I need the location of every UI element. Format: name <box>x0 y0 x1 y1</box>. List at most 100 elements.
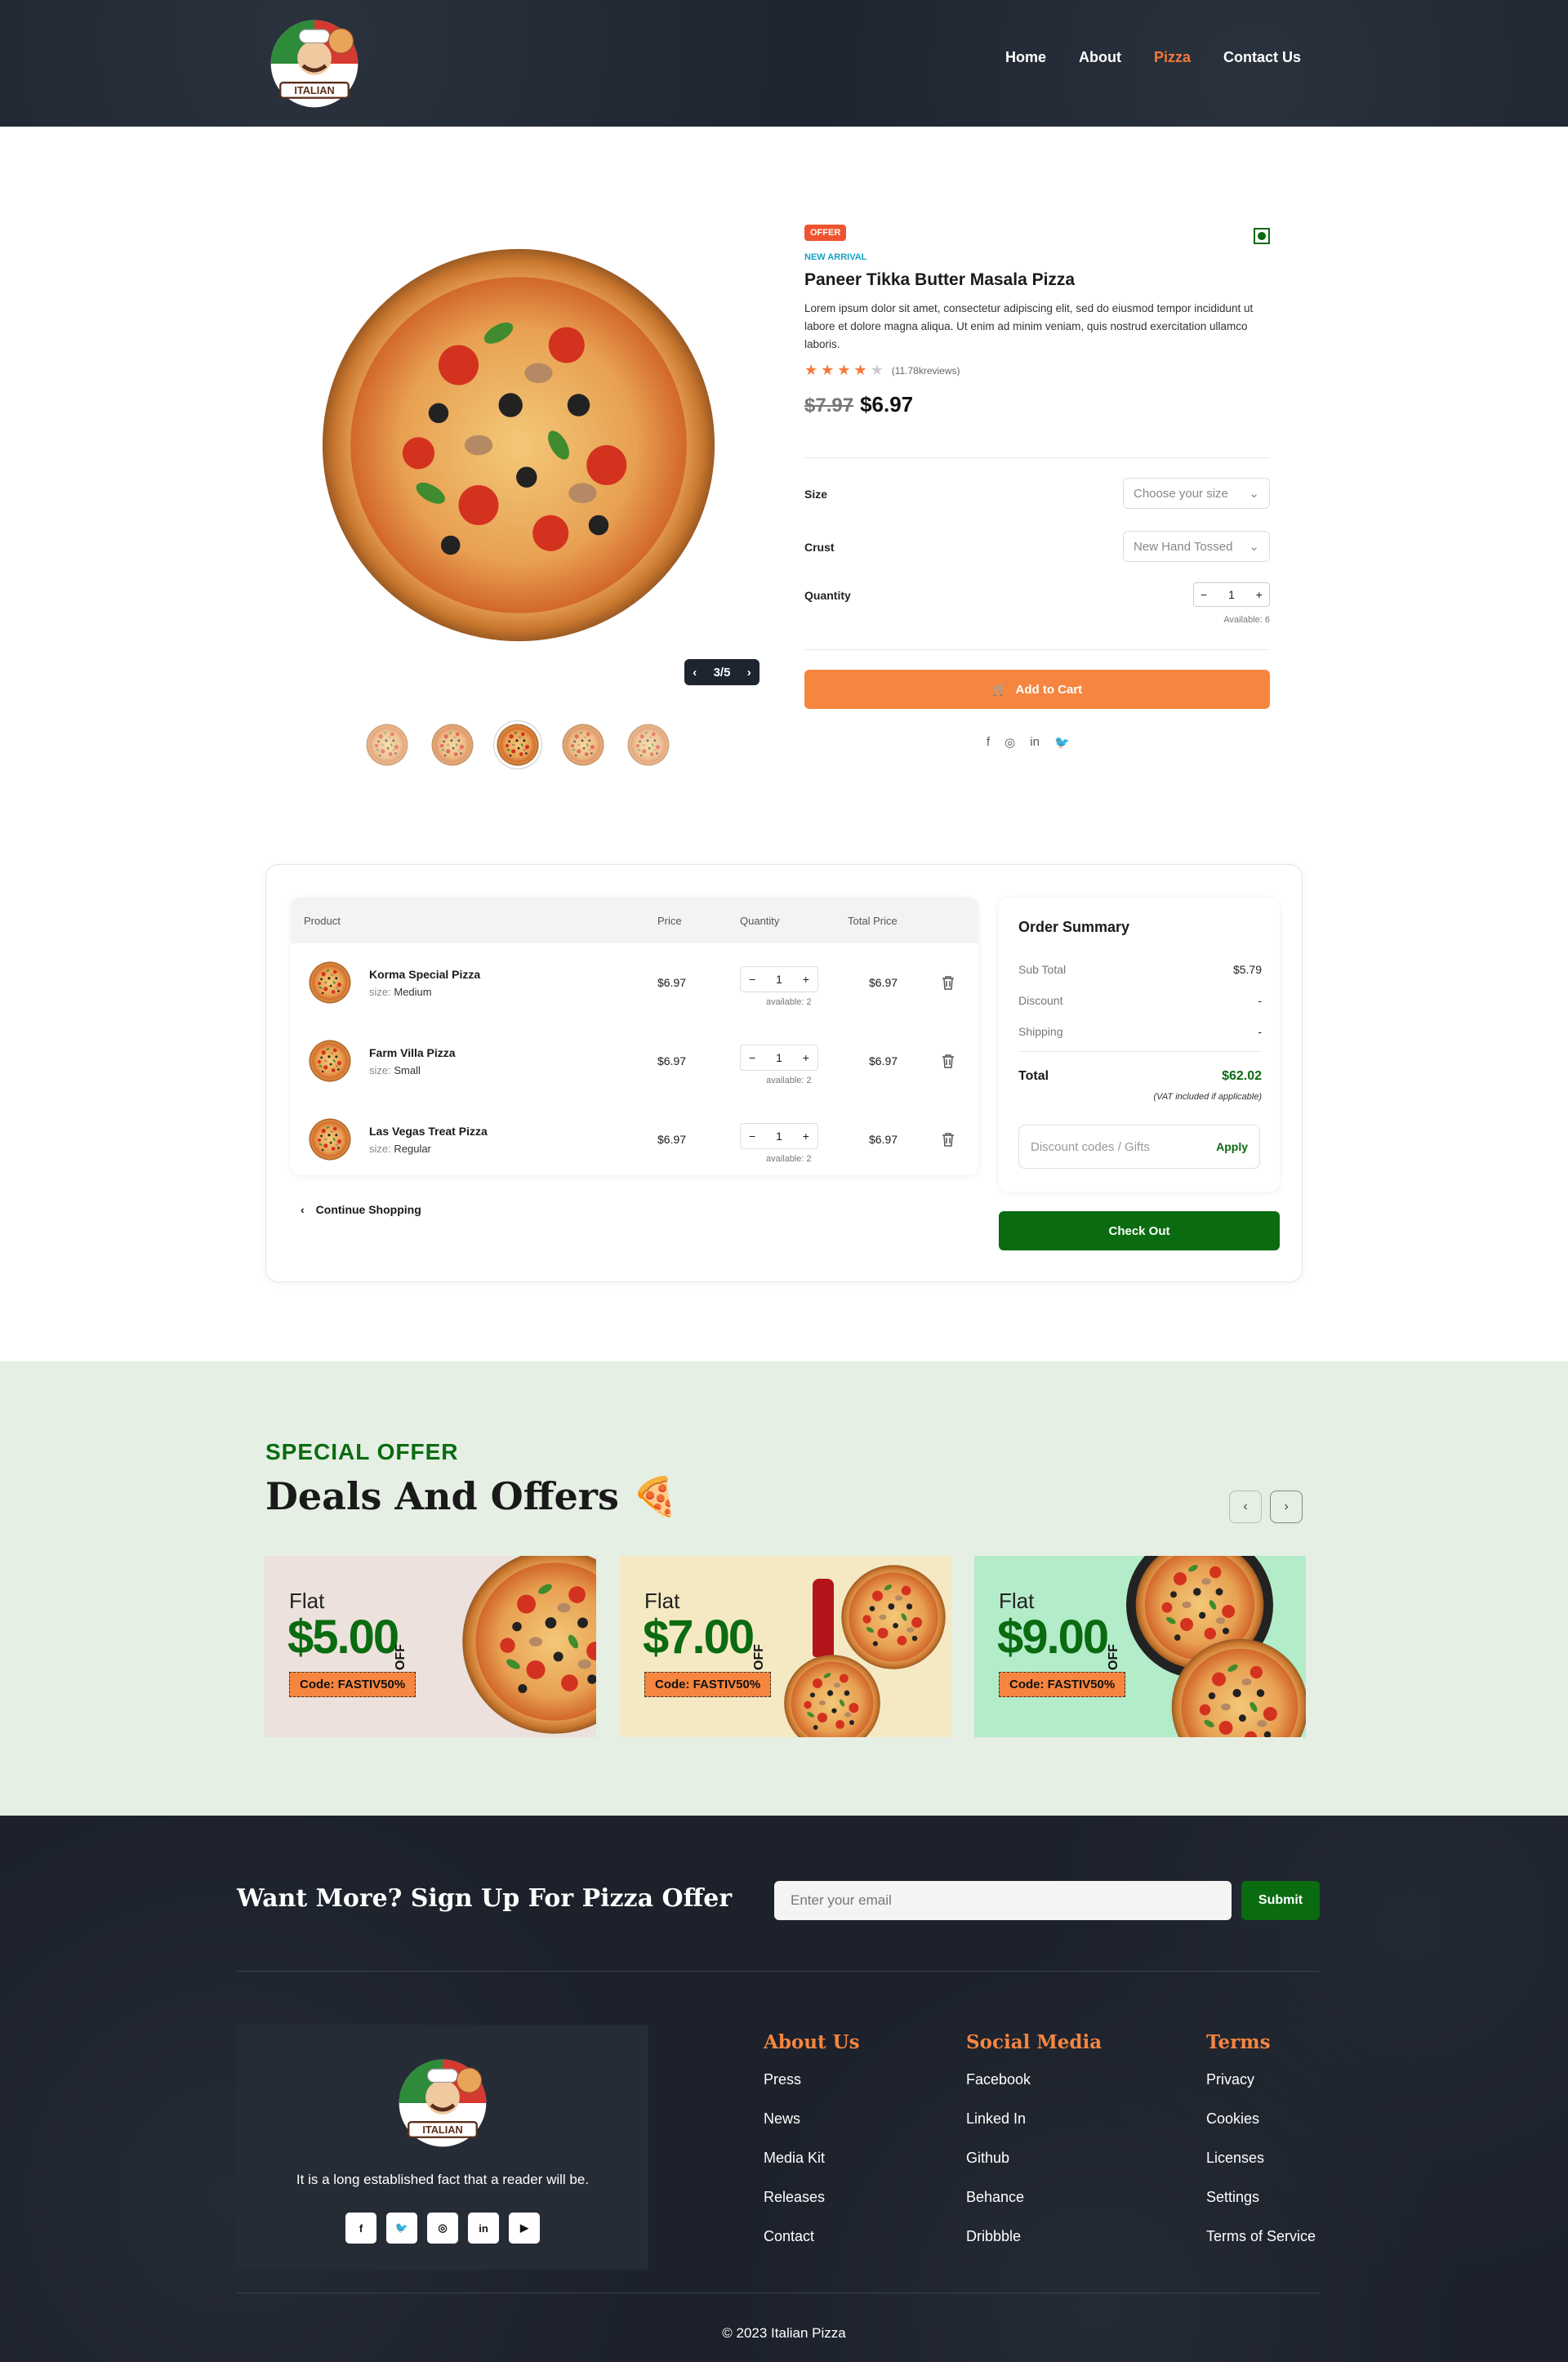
deals-title: Deals And Offers 🍕 <box>265 1474 679 1518</box>
deal-card[interactable]: Flat $7.00 OFF Code: FASTIV50% <box>620 1556 951 1737</box>
quantity-value: 1 <box>776 973 782 986</box>
column-quantity: Quantity <box>740 914 780 927</box>
price-row: $7.97 $6.97 <box>804 392 1270 417</box>
footer-link[interactable]: Contact <box>764 2228 860 2246</box>
footer-link[interactable]: Linked In <box>966 2110 1102 2128</box>
apply-button[interactable]: Apply <box>1216 1140 1248 1153</box>
footer-column-terms: Terms Privacy Cookies Licenses Settings … <box>1206 2031 1316 2267</box>
facebook-icon[interactable]: f <box>345 2213 376 2244</box>
chevron-left-icon: ‹ <box>301 1203 305 1216</box>
nav-pizza[interactable]: Pizza <box>1154 49 1191 66</box>
plus-icon[interactable]: + <box>803 1051 809 1064</box>
footer-link[interactable]: News <box>764 2110 860 2128</box>
plus-icon[interactable]: + <box>803 973 809 986</box>
submit-button[interactable]: Submit <box>1241 1881 1320 1920</box>
deals-next-button[interactable]: › <box>1270 1491 1303 1523</box>
size-select-value: Choose your size <box>1134 486 1228 501</box>
column-product: Product <box>304 914 341 927</box>
minus-icon[interactable]: − <box>1200 588 1207 601</box>
trash-icon[interactable] <box>941 974 956 991</box>
size-select[interactable]: Choose your size ⌄ <box>1123 478 1270 509</box>
footer-link[interactable]: Cookies <box>1206 2110 1316 2128</box>
footer-column-title: About Us <box>764 2031 860 2053</box>
twitter-icon[interactable]: 🐦 <box>386 2213 417 2244</box>
product-rating: ★ ★ ★ ★ ★ (11.78kreviews) <box>804 362 1270 379</box>
footer-link[interactable]: Dribbble <box>966 2228 1102 2246</box>
crust-select[interactable]: New Hand Tossed ⌄ <box>1123 531 1270 562</box>
deal-card[interactable]: Flat $5.00 OFF Code: FASTIV50% <box>265 1556 596 1737</box>
nav-about[interactable]: About <box>1079 49 1121 66</box>
deal-card[interactable]: Flat $9.00 OFF Code: FASTIV50% <box>974 1556 1306 1737</box>
minus-icon[interactable]: − <box>749 973 755 986</box>
slider-prev-icon[interactable]: ‹ <box>693 666 697 680</box>
quantity-value: 1 <box>1228 588 1235 601</box>
star-icon: ★ <box>804 362 818 378</box>
italian-pizza-logo[interactable] <box>392 2056 493 2150</box>
minus-icon[interactable]: − <box>749 1130 755 1143</box>
plus-icon[interactable]: + <box>803 1130 809 1143</box>
continue-shopping-link[interactable]: ‹ Continue Shopping <box>301 1203 421 1216</box>
quantity-stepper[interactable]: − 1 + <box>740 1123 818 1149</box>
subtotal-row: Sub Total $5.79 <box>1018 963 1262 976</box>
cart-item-total: $6.97 <box>869 976 898 989</box>
instagram-icon[interactable]: ◎ <box>1004 735 1015 750</box>
thumbnail-1[interactable] <box>366 724 408 766</box>
footer-link[interactable]: Press <box>764 2071 860 2089</box>
thumbnail-3[interactable] <box>497 724 539 766</box>
cart-item-available: available: 2 <box>766 997 812 1007</box>
quantity-stepper[interactable]: − 1 + <box>1193 582 1270 607</box>
quantity-value: 1 <box>776 1130 782 1143</box>
size-label: Size <box>804 488 828 501</box>
divider <box>1018 1051 1262 1052</box>
site-footer: Want More? Sign Up For Pizza Offer Enter… <box>0 1816 1568 2362</box>
email-input[interactable]: Enter your email <box>774 1881 1232 1920</box>
italian-pizza-logo[interactable] <box>263 16 366 111</box>
footer-link[interactable]: Media Kit <box>764 2150 860 2168</box>
twitter-icon[interactable]: 🐦 <box>1054 735 1070 750</box>
instagram-icon[interactable]: ◎ <box>427 2213 458 2244</box>
plus-icon[interactable]: + <box>1256 588 1263 601</box>
quantity-label: Quantity <box>804 589 851 602</box>
checkout-button[interactable]: Check Out <box>999 1211 1280 1250</box>
deals-section: SPECIAL OFFER Deals And Offers 🍕 ‹ › Fla… <box>0 1361 1568 1816</box>
thumbnail-2[interactable] <box>431 724 474 766</box>
quantity-stepper[interactable]: − 1 + <box>740 966 818 992</box>
quantity-stepper[interactable]: − 1 + <box>740 1045 818 1071</box>
footer-brand-box: It is a long established fact that a rea… <box>237 2025 648 2270</box>
footer-link[interactable]: Settings <box>1206 2189 1316 2207</box>
main-nav: Home About Pizza Contact Us <box>1005 49 1301 66</box>
linkedin-icon[interactable]: in <box>468 2213 499 2244</box>
cart-item-available: available: 2 <box>766 1154 812 1164</box>
facebook-icon[interactable]: f <box>987 735 990 750</box>
footer-link[interactable]: Licenses <box>1206 2150 1316 2168</box>
offer-badge: OFFER <box>804 225 847 241</box>
discount-placeholder: Discount codes / Gifts <box>1031 1139 1150 1154</box>
cart-item-name: Las Vegas Treat Pizza <box>369 1125 488 1138</box>
slider-counter: 3/5 <box>713 665 731 680</box>
trash-icon[interactable] <box>941 1131 956 1148</box>
slider-next-icon[interactable]: › <box>747 666 751 680</box>
footer-link[interactable]: Facebook <box>966 2071 1102 2089</box>
crust-label: Crust <box>804 541 835 554</box>
footer-link[interactable]: Terms of Service <box>1206 2228 1316 2246</box>
add-to-cart-button[interactable]: 🛒 Add to Cart <box>804 670 1270 709</box>
footer-link[interactable]: Privacy <box>1206 2071 1316 2089</box>
crust-select-value: New Hand Tossed <box>1134 539 1233 554</box>
thumbnail-5[interactable] <box>627 724 670 766</box>
image-slider-control: ‹ 3/5 › <box>684 659 760 685</box>
old-price: $7.97 <box>804 394 854 417</box>
footer-link[interactable]: Behance <box>966 2189 1102 2207</box>
current-price: $6.97 <box>860 392 914 417</box>
nav-home[interactable]: Home <box>1005 49 1046 66</box>
footer-link[interactable]: Github <box>966 2150 1102 2168</box>
minus-icon[interactable]: − <box>749 1051 755 1064</box>
nav-contact-us[interactable]: Contact Us <box>1223 49 1301 66</box>
linkedin-icon[interactable]: in <box>1030 735 1040 750</box>
deals-prev-button[interactable]: ‹ <box>1229 1491 1262 1523</box>
footer-link[interactable]: Releases <box>764 2189 860 2207</box>
discount-code-input[interactable]: Discount codes / Gifts Apply <box>1018 1125 1260 1169</box>
available-stock: Available: 6 <box>1223 615 1270 625</box>
thumbnail-4[interactable] <box>562 724 604 766</box>
youtube-icon[interactable]: ▶ <box>509 2213 540 2244</box>
trash-icon[interactable] <box>941 1053 956 1069</box>
